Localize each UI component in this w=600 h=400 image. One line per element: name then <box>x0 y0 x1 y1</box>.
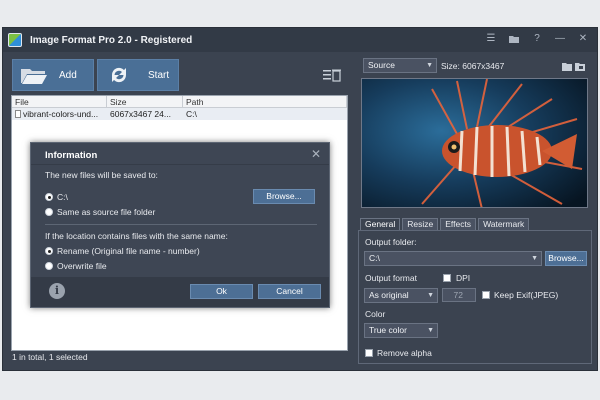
saved-to-text: The new files will be saved to: <box>45 170 158 180</box>
window-title: Image Format Pro 2.0 - Registered <box>30 34 193 46</box>
remove-alpha-label: Remove alpha <box>377 348 432 358</box>
color-select[interactable]: True color ▼ <box>364 323 438 338</box>
image-size-text: Size: 6067x3467 <box>441 61 505 71</box>
dialog-close-icon[interactable]: ✕ <box>311 147 321 161</box>
radio-path[interactable]: C:\ <box>45 192 68 202</box>
radio-rename[interactable]: Rename (Original file name - number) <box>45 246 200 256</box>
dpi-checkbox[interactable] <box>443 274 451 282</box>
source-select-value: Source <box>368 60 395 70</box>
minimize-icon[interactable]: — <box>554 33 566 45</box>
radio-indicator <box>45 193 53 201</box>
keep-exif-checkbox[interactable] <box>482 291 490 299</box>
list-delete-icon[interactable] <box>323 68 341 82</box>
chevron-down-icon: ▼ <box>427 292 434 299</box>
window-controls: ☰ ? — ✕ <box>485 33 589 45</box>
remove-alpha-checkbox[interactable] <box>365 349 373 357</box>
column-path[interactable]: Path <box>183 96 347 107</box>
dialog-footer: i Ok Cancel <box>31 277 329 307</box>
start-button[interactable]: Start <box>97 59 179 91</box>
file-name-cell: vibrant-colors-und... <box>12 108 107 120</box>
tab-effects[interactable]: Effects <box>440 218 477 230</box>
keep-exif-label: Keep Exif(JPEG) <box>494 290 559 300</box>
radio-same-label: Same as source file folder <box>57 207 156 217</box>
radio-same-folder[interactable]: Same as source file folder <box>45 207 155 217</box>
radio-indicator <box>45 208 53 216</box>
source-select[interactable]: Source ▼ <box>363 58 437 73</box>
image-preview <box>361 78 588 208</box>
separator <box>45 224 317 225</box>
dpi-stepper[interactable]: 72 <box>442 288 476 302</box>
title-bar: Image Format Pro 2.0 - Registered ☰ ? — … <box>3 28 597 52</box>
tab-resize[interactable]: Resize <box>402 218 439 230</box>
cancel-button[interactable]: Cancel <box>258 284 321 299</box>
output-folder-label: Output folder: <box>365 237 417 247</box>
dpi-label: DPI <box>456 273 471 283</box>
toolbar: Add Start <box>12 59 179 91</box>
color-label: Color <box>365 309 386 319</box>
color-value: True color <box>369 325 407 335</box>
radio-overwrite-label: Overwrite file <box>57 261 107 271</box>
close-icon[interactable]: ✕ <box>577 33 589 45</box>
tab-watermark[interactable]: Watermark <box>478 218 530 230</box>
information-dialog: Information ✕ The new files will be save… <box>30 142 330 308</box>
settings-browse-button[interactable]: Browse... <box>545 251 587 266</box>
table-row[interactable]: vibrant-colors-und... 6067x3467 24... C:… <box>12 108 347 120</box>
format-select[interactable]: As original ▼ <box>364 288 438 303</box>
folder-save-icon[interactable] <box>575 62 585 71</box>
chevron-down-icon: ▼ <box>426 62 433 69</box>
add-label: Add <box>59 69 77 81</box>
column-file[interactable]: File <box>12 96 107 107</box>
settings-panel: Output folder: C:\ ▼ Browse... Output fo… <box>358 230 592 364</box>
divider <box>31 164 329 165</box>
chevron-down-icon: ▼ <box>427 327 434 334</box>
file-list-header: File Size Path <box>12 96 347 108</box>
dialog-browse-button[interactable]: Browse... <box>253 189 315 204</box>
status-text: 1 in total, 1 selected <box>12 352 88 362</box>
same-name-text: If the location contains files with the … <box>45 231 228 241</box>
radio-rename-label: Rename (Original file name - number) <box>57 246 200 256</box>
file-icon <box>15 110 21 118</box>
dialog-title: Information <box>45 150 98 161</box>
file-path-cell: C:\ <box>186 109 197 119</box>
folder-icon[interactable] <box>562 62 572 71</box>
tab-general[interactable]: General <box>360 218 401 230</box>
add-button[interactable]: Add <box>12 59 94 91</box>
format-value: As original <box>369 290 409 300</box>
app-logo-icon <box>8 33 22 47</box>
radio-indicator <box>45 247 53 255</box>
output-folder-value: C:\ <box>369 253 380 263</box>
file-name: vibrant-colors-und... <box>23 109 99 119</box>
folder-icon[interactable] <box>508 33 520 45</box>
settings-tabs: General Resize Effects Watermark <box>360 218 530 230</box>
radio-indicator <box>45 262 53 270</box>
info-icon: i <box>49 283 65 299</box>
radio-overwrite[interactable]: Overwrite file <box>45 261 107 271</box>
column-size[interactable]: Size <box>107 96 183 107</box>
ok-button[interactable]: Ok <box>190 284 253 299</box>
menu-icon[interactable]: ☰ <box>485 33 497 45</box>
file-size-cell: 6067x3467 24... <box>110 109 171 119</box>
lionfish-image <box>362 79 587 207</box>
output-format-label: Output format <box>365 273 417 283</box>
output-folder-select[interactable]: C:\ ▼ <box>364 251 542 266</box>
start-label: Start <box>148 69 170 81</box>
dpi-value: 72 <box>453 290 463 300</box>
folder-open-icon <box>21 69 47 84</box>
radio-path-label: C:\ <box>57 192 68 202</box>
help-icon[interactable]: ? <box>531 33 543 45</box>
refresh-icon <box>111 67 127 83</box>
chevron-down-icon: ▼ <box>531 255 538 262</box>
